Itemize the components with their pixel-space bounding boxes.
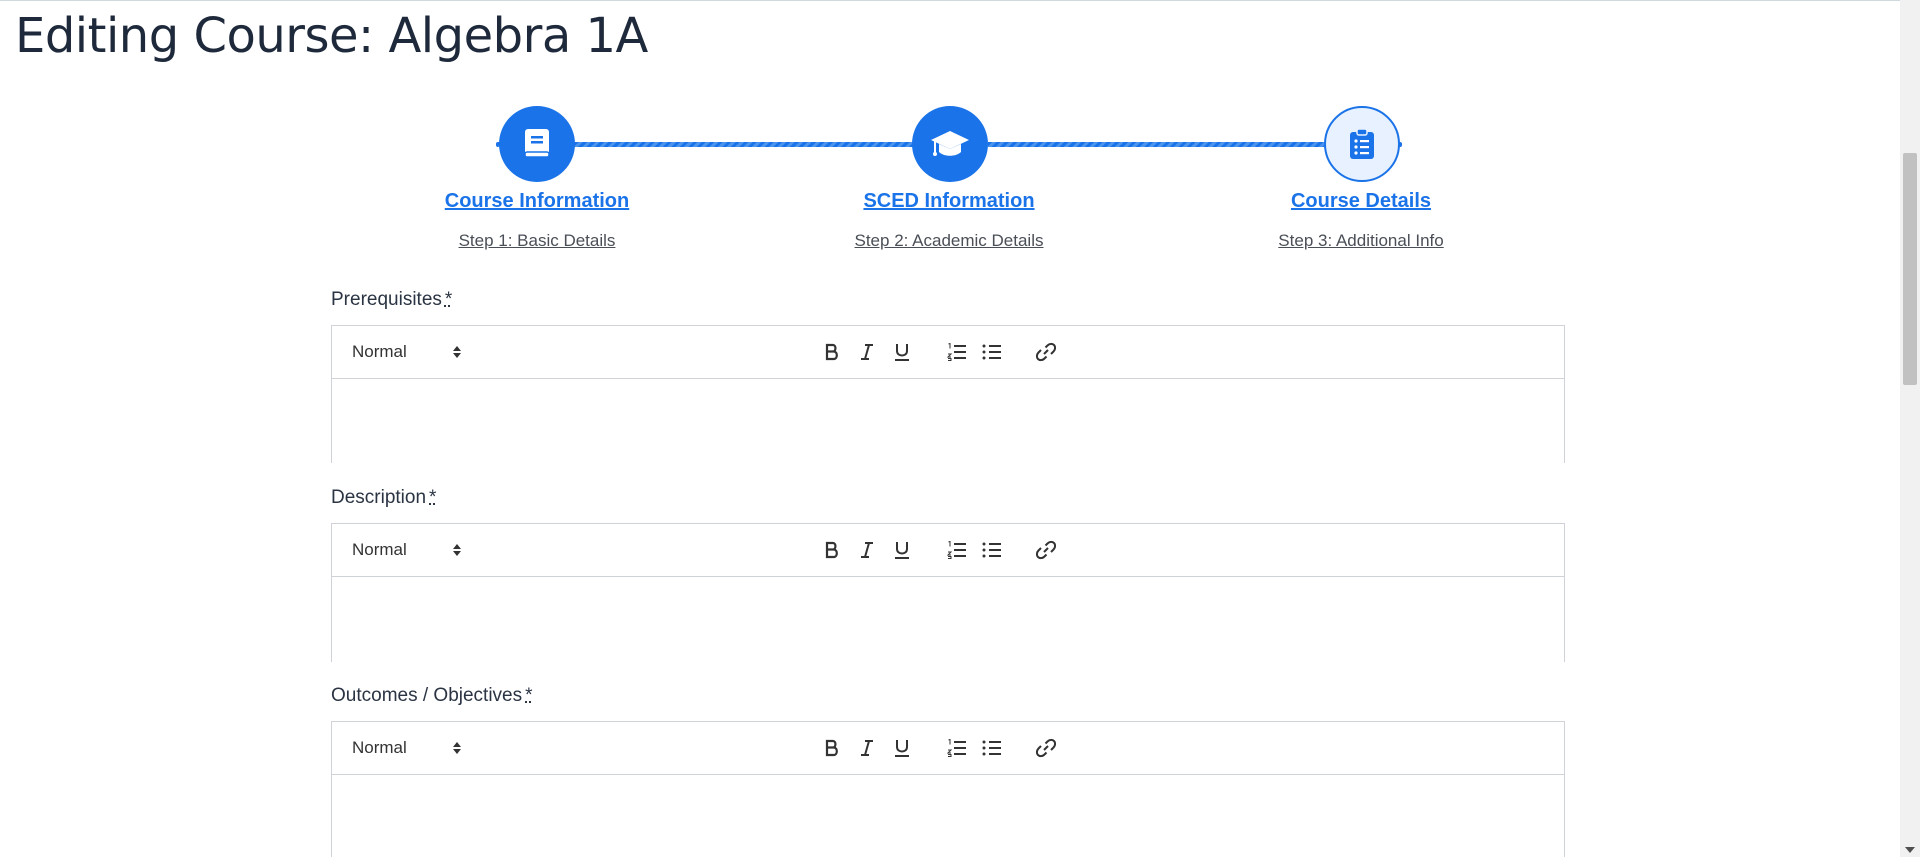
format-select[interactable]: Normal	[352, 735, 462, 761]
link-icon	[1036, 540, 1056, 560]
required-marker: *	[429, 487, 437, 508]
format-select-value: Normal	[352, 540, 407, 559]
bold-icon	[825, 541, 838, 559]
bold-button[interactable]	[818, 734, 846, 762]
prerequisites-label: Prerequisites *	[331, 289, 452, 311]
prerequisites-editor-body[interactable]	[332, 379, 1564, 463]
editor-toolbar: Normal	[332, 326, 1564, 379]
book-icon	[524, 129, 550, 158]
select-arrows-icon	[453, 346, 461, 358]
editor-toolbar: Normal	[332, 524, 1564, 577]
page-scrollbar[interactable]	[1900, 0, 1920, 857]
select-arrows-icon	[453, 544, 461, 556]
prerequisites-editor: Normal	[331, 325, 1565, 463]
bullet-list-button[interactable]	[978, 536, 1006, 564]
link-icon	[1036, 342, 1056, 362]
bullet-list-button[interactable]	[978, 338, 1006, 366]
description-label-text: Description	[331, 487, 427, 508]
format-select-value: Normal	[352, 342, 407, 361]
ordered-list-icon	[947, 343, 966, 361]
ordered-list-icon	[947, 739, 966, 757]
step-1-button[interactable]	[499, 106, 575, 182]
editor-toolbar: Normal	[332, 722, 1564, 775]
step-3-title[interactable]: Course Details	[1231, 190, 1491, 213]
ordered-list-button[interactable]	[943, 338, 971, 366]
ordered-list-icon	[947, 541, 966, 559]
clipboard-list-icon	[1350, 128, 1374, 159]
link-button[interactable]	[1032, 536, 1060, 564]
italic-icon	[861, 542, 873, 558]
required-marker: *	[525, 685, 533, 706]
italic-button[interactable]	[853, 734, 881, 762]
underline-button[interactable]	[888, 536, 916, 564]
bold-button[interactable]	[818, 536, 846, 564]
step-1-title[interactable]: Course Information	[407, 190, 667, 213]
link-icon	[1036, 738, 1056, 758]
step-3-subtitle[interactable]: Step 3: Additional Info	[1231, 231, 1491, 251]
underline-icon	[895, 542, 909, 559]
description-editor-body[interactable]	[332, 577, 1564, 662]
underline-icon	[895, 740, 909, 757]
step-2-subtitle[interactable]: Step 2: Academic Details	[819, 231, 1079, 251]
prerequisites-label-text: Prerequisites	[331, 289, 442, 310]
ordered-list-button[interactable]	[943, 536, 971, 564]
link-button[interactable]	[1032, 338, 1060, 366]
bold-button[interactable]	[818, 338, 846, 366]
outcomes-label: Outcomes / Objectives *	[331, 685, 533, 707]
format-select[interactable]: Normal	[352, 339, 462, 365]
outcomes-editor: Normal	[331, 721, 1565, 857]
select-arrows-icon	[453, 742, 461, 754]
italic-button[interactable]	[853, 536, 881, 564]
bullet-list-icon	[982, 740, 1001, 756]
description-editor: Normal	[331, 523, 1565, 662]
underline-button[interactable]	[888, 338, 916, 366]
graduation-cap-icon	[931, 131, 969, 156]
step-2-button[interactable]	[912, 106, 988, 182]
format-select-value: Normal	[352, 738, 407, 757]
link-button[interactable]	[1032, 734, 1060, 762]
bullet-list-button[interactable]	[978, 734, 1006, 762]
italic-button[interactable]	[853, 338, 881, 366]
bullet-list-icon	[982, 344, 1001, 360]
scrollbar-thumb[interactable]	[1903, 153, 1917, 385]
ordered-list-button[interactable]	[943, 734, 971, 762]
description-label: Description *	[331, 487, 436, 509]
step-3-button[interactable]	[1324, 106, 1400, 182]
bold-icon	[825, 343, 838, 361]
underline-button[interactable]	[888, 734, 916, 762]
underline-icon	[895, 344, 909, 361]
progress-stepper: Course Information Step 1: Basic Details…	[0, 0, 1900, 270]
bullet-list-icon	[982, 542, 1001, 558]
italic-icon	[861, 740, 873, 756]
required-marker: *	[444, 289, 453, 310]
bold-icon	[825, 739, 838, 757]
step-2-title[interactable]: SCED Information	[819, 190, 1079, 213]
italic-icon	[861, 344, 873, 360]
step-1-subtitle[interactable]: Step 1: Basic Details	[407, 231, 667, 251]
outcomes-label-text: Outcomes / Objectives	[331, 685, 523, 706]
outcomes-editor-body[interactable]	[332, 775, 1564, 857]
format-select[interactable]: Normal	[352, 537, 462, 563]
scroll-down-arrow-icon[interactable]	[1905, 847, 1915, 853]
